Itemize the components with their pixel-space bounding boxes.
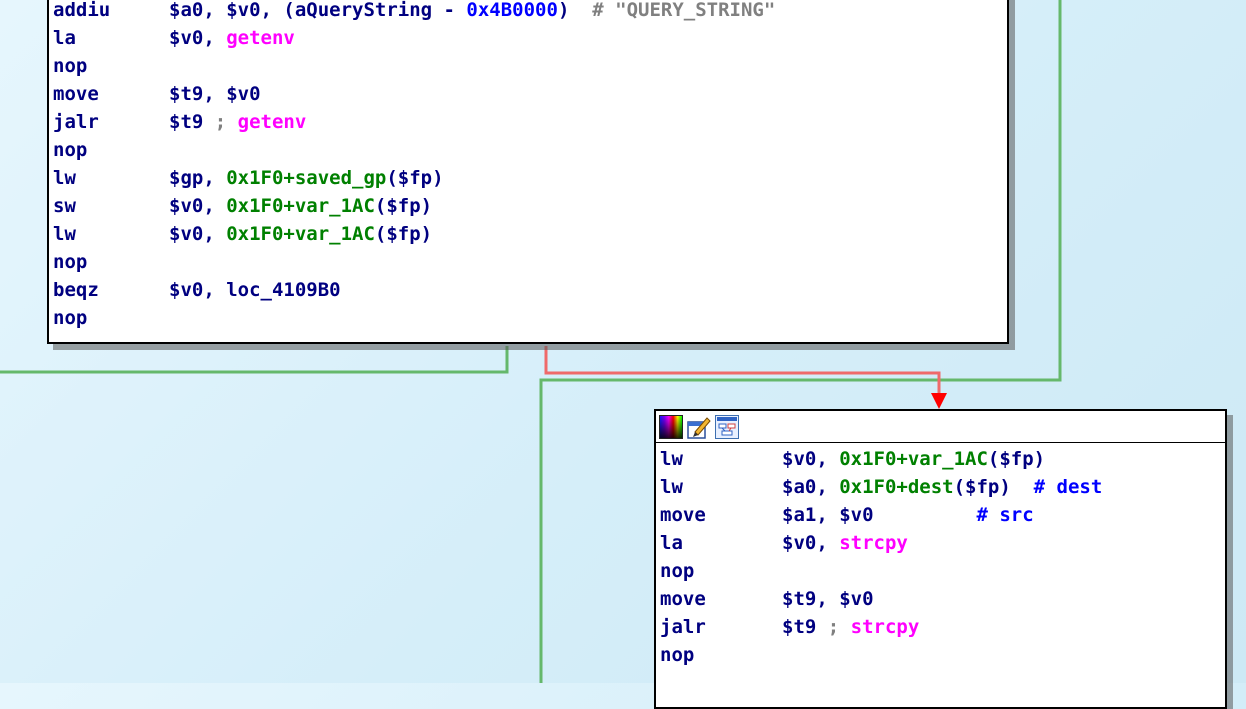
operand-text: $t9, $v0 (169, 83, 261, 105)
operand-text: $t9 (782, 616, 828, 638)
operand-text: # "QUERY_STRING" (592, 0, 776, 21)
instruction-mnemonic: move (660, 504, 706, 526)
edit-pencil-icon[interactable] (687, 415, 711, 439)
edge-true-left[interactable] (0, 346, 509, 374)
operand-text: ($fp) (987, 448, 1046, 470)
operand-text: strcpy (839, 532, 908, 554)
graph-overview-icon[interactable] (715, 414, 739, 439)
code-line[interactable]: beqz $v0, loc_4109B0 (53, 276, 1007, 304)
code-line[interactable]: nop (53, 248, 1007, 276)
operand-text: strcpy (850, 616, 920, 638)
code-line[interactable]: lw $v0, 0x1F0+var_1AC ($fp) (660, 445, 1225, 473)
code-line[interactable]: lw $gp, 0x1F0+saved_gp ($fp) (53, 164, 1007, 192)
code-listing: lw $v0, 0x1F0+var_1AC ($fp) lw $a0, 0x1F0+de… (656, 443, 1225, 669)
code-line[interactable]: nop (660, 557, 1225, 585)
instruction-mnemonic: jalr (53, 111, 99, 133)
instruction-mnemonic: lw (53, 223, 76, 245)
operand-text: $a1, $v0 (782, 504, 977, 526)
code-line[interactable]: lw $a0, 0x1F0+dest ($fp) # dest (660, 473, 1225, 501)
code-line[interactable]: la $v0, strcpy (660, 529, 1225, 557)
instruction-mnemonic: addiu (53, 0, 111, 21)
edge-false-arrowhead (931, 393, 947, 409)
operand-text: $gp, (169, 167, 227, 189)
instruction-mnemonic: lw (53, 167, 76, 189)
operand-text: $v0, (782, 448, 840, 470)
code-line[interactable]: nop (660, 641, 1225, 669)
instruction-mnemonic: beqz (53, 279, 99, 301)
instruction-mnemonic: jalr (660, 616, 706, 638)
operand-text: 0x1F0+var_1AC (839, 448, 988, 470)
palette-color-icon[interactable] (659, 414, 683, 439)
operand-text: 0x1F0+saved_gp (226, 167, 387, 189)
code-line[interactable]: jalr $t9 ; strcpy (660, 613, 1225, 641)
operand-text: 0x1F0+var_1AC (226, 195, 375, 217)
instruction-mnemonic: lw (660, 448, 683, 470)
instruction-mnemonic: move (660, 588, 706, 610)
operand-text: ($fp) (374, 195, 433, 217)
instruction-mnemonic: nop (53, 251, 88, 273)
operand-text: $t9, $v0 (782, 588, 874, 610)
code-listing: addiu $a0, $v0, (aQueryString - 0x4B0000)… (49, 0, 1007, 332)
instruction-mnemonic: nop (660, 560, 695, 582)
instruction-mnemonic: nop (53, 139, 88, 161)
operand-text: $v0, (782, 532, 840, 554)
code-line[interactable]: nop (53, 304, 1007, 332)
operand-text: $v0, (169, 195, 227, 217)
operand-text: $a0, (782, 476, 840, 498)
operand-text: 0x4B0000 (466, 0, 558, 21)
operand-text: ; (214, 111, 238, 133)
instruction-mnemonic: la (660, 532, 683, 554)
code-line[interactable]: move $a1, $v0 # src (660, 501, 1225, 529)
code-line[interactable]: move $t9, $v0 (660, 585, 1225, 613)
code-line[interactable]: nop (53, 52, 1007, 80)
operand-text: $v0, (169, 223, 227, 245)
instruction-mnemonic: nop (660, 644, 695, 666)
operand-text: ($fp) (386, 167, 444, 189)
instruction-mnemonic: nop (53, 307, 88, 329)
operand-text: ($fp) (953, 476, 1034, 498)
operand-text: ; (827, 616, 851, 638)
operand-text: $v0, (169, 27, 227, 49)
instruction-mnemonic: sw (53, 195, 76, 217)
instruction-mnemonic: lw (660, 476, 683, 498)
operand-text: 0x1F0+var_1AC (226, 223, 375, 245)
code-line[interactable]: lw $v0, 0x1F0+var_1AC ($fp) (53, 220, 1007, 248)
operand-text: 0x1F0+dest (839, 476, 954, 498)
instruction-mnemonic: nop (53, 55, 88, 77)
operand-text: getenv (237, 111, 307, 133)
code-line[interactable]: nop (53, 136, 1007, 164)
code-block-getenv[interactable]: addiu $a0, $v0, (aQueryString - 0x4B0000)… (47, 0, 1009, 344)
code-line[interactable]: la $v0, getenv (53, 24, 1007, 52)
code-line[interactable]: addiu $a0, $v0, (aQueryString - 0x4B0000)… (53, 0, 1007, 24)
operand-text: # dest (1033, 476, 1103, 498)
code-block-strcpy[interactable]: lw $v0, 0x1F0+var_1AC ($fp) lw $a0, 0x1F0+de… (654, 409, 1227, 709)
operand-text: getenv (226, 27, 295, 49)
code-line[interactable]: jalr $t9 ; getenv (53, 108, 1007, 136)
instruction-mnemonic: la (53, 27, 76, 49)
operand-text: $t9 (169, 111, 215, 133)
block-header (656, 411, 1225, 443)
code-line[interactable]: move $t9, $v0 (53, 80, 1007, 108)
instruction-mnemonic: move (53, 83, 99, 105)
code-line[interactable]: sw $v0, 0x1F0+var_1AC ($fp) (53, 192, 1007, 220)
operand-text: ) (557, 0, 593, 21)
edge-false[interactable] (544, 346, 941, 394)
operand-text: $v0, loc_4109B0 (169, 279, 341, 301)
operand-text: $a0, $v0, (aQueryString - (169, 0, 467, 21)
operand-text: ($fp) (374, 223, 433, 245)
operand-text: # src (976, 504, 1034, 526)
